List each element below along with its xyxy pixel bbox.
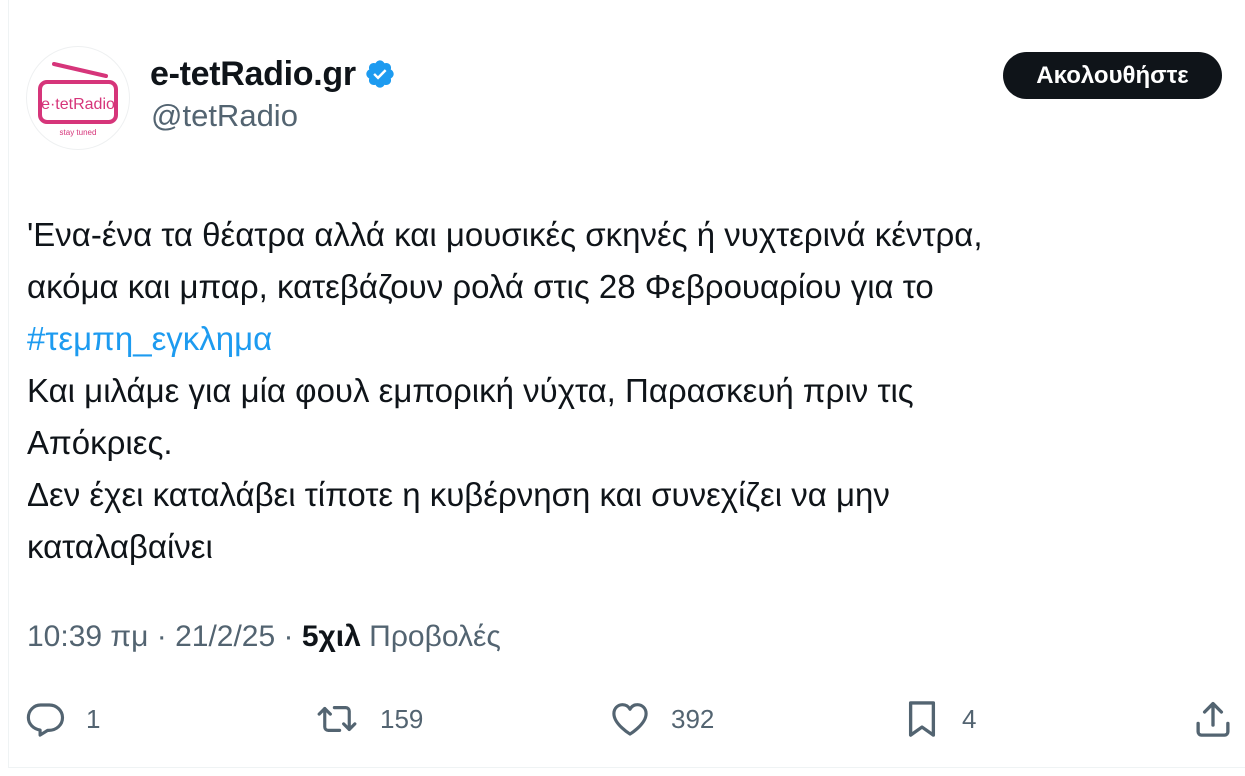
bookmark-button[interactable]: 4 bbox=[902, 698, 976, 740]
reply-count: 1 bbox=[86, 703, 101, 734]
repost-icon bbox=[317, 706, 357, 732]
avatar-logo: e·tetRadio stay tuned bbox=[38, 62, 118, 137]
views-count[interactable]: 5χιλ bbox=[302, 620, 361, 654]
avatar-logo-text: e·tetRadio bbox=[41, 96, 115, 113]
action-bar: 1 159 392 4 bbox=[0, 690, 1245, 750]
bottom-divider bbox=[8, 767, 1245, 768]
avatar[interactable]: e·tetRadio stay tuned bbox=[26, 46, 130, 150]
display-name[interactable]: e-tetRadio.gr bbox=[150, 55, 356, 94]
author-name-row: e-tetRadio.gr bbox=[150, 52, 396, 96]
meta-separator: · bbox=[148, 620, 176, 653]
share-icon bbox=[1196, 701, 1230, 737]
bookmark-count: 4 bbox=[962, 703, 977, 734]
author-handle[interactable]: @tetRadio bbox=[151, 98, 298, 134]
tweet-date[interactable]: 21/2/25 bbox=[175, 620, 275, 654]
tweet-line: Δεν έχει καταλάβει τίποτε η κυβέρνηση κα… bbox=[27, 476, 890, 513]
repost-button[interactable]: 159 bbox=[314, 698, 423, 740]
share-button[interactable] bbox=[1192, 698, 1234, 740]
tweet-time[interactable]: 10:39 πμ bbox=[27, 620, 148, 654]
tweet-line: καταλαβαίνει bbox=[27, 528, 213, 565]
like-icon bbox=[612, 703, 648, 736]
tweet-line: Απόκριες. bbox=[27, 424, 173, 461]
meta-separator: · bbox=[275, 620, 302, 653]
views-label[interactable]: Προβολές bbox=[361, 620, 501, 654]
tweet-text: 'Ενα-ένα τα θέατρα αλλά και μουσικές σκη… bbox=[27, 209, 1227, 573]
follow-button[interactable]: Ακολουθήστε bbox=[1003, 52, 1222, 99]
tweet-line: Και μιλάμε για μία φουλ εμπορική νύχτα, … bbox=[27, 372, 914, 409]
bookmark-icon bbox=[908, 701, 936, 737]
avatar-logo-tagline: stay tuned bbox=[60, 128, 97, 137]
tweet-line: ακόμα και μπαρ, κατεβάζουν ρολά στις 28 … bbox=[27, 268, 934, 305]
left-divider bbox=[8, 0, 9, 768]
reply-button[interactable]: 1 bbox=[24, 698, 100, 740]
reply-icon bbox=[26, 703, 65, 737]
repost-count: 159 bbox=[380, 703, 424, 734]
hashtag-link[interactable]: #τεμπη_εγκλημα bbox=[27, 313, 1227, 365]
tweet-meta: 10:39 πμ · 21/2/25 · 5χιλ Προβολές bbox=[27, 620, 501, 654]
verified-badge-icon[interactable] bbox=[364, 58, 396, 90]
like-count: 392 bbox=[671, 703, 715, 734]
tweet-line: 'Ενα-ένα τα θέατρα αλλά και μουσικές σκη… bbox=[27, 216, 983, 253]
like-button[interactable]: 392 bbox=[609, 698, 714, 740]
